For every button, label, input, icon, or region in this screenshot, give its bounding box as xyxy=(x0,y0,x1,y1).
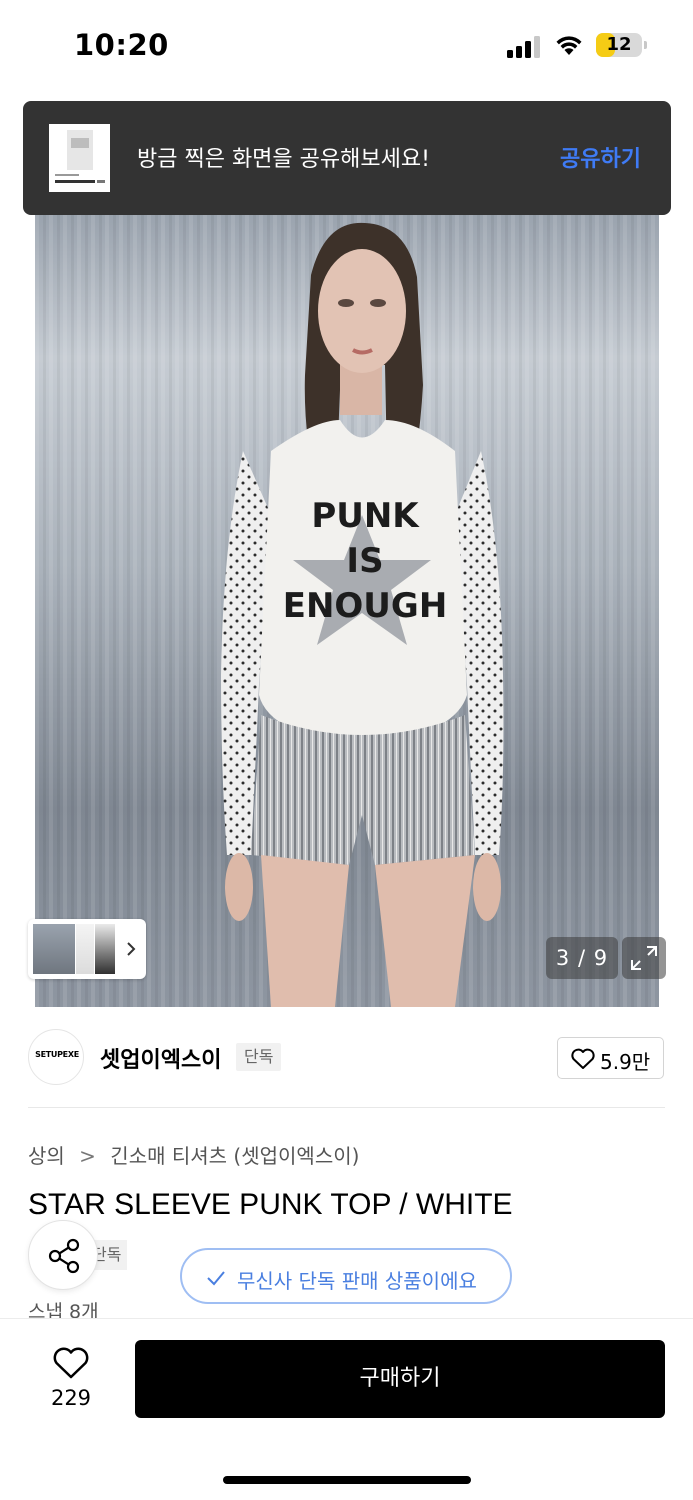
breadcrumb: 상의 > 긴소매 티셔츠 (셋업이엑스이) xyxy=(28,1140,359,1169)
brand-like-button[interactable]: 5.9만 xyxy=(557,1037,664,1079)
shirt-text-line-3: ENOUGH xyxy=(283,586,448,626)
heart-icon xyxy=(53,1347,89,1379)
exclusive-sale-notice: 무신사 단독 판매 상품이에요 xyxy=(180,1248,512,1304)
thumbnail-3[interactable] xyxy=(95,924,115,974)
share-icon xyxy=(48,1238,80,1274)
product-image[interactable]: PUNK IS ENOUGH xyxy=(35,215,659,1007)
exclusive-sale-text: 무신사 단독 판매 상품이에요 xyxy=(237,1269,477,1293)
shirt-text-line-2: IS xyxy=(346,541,383,581)
screenshot-thumbnail[interactable] xyxy=(49,124,110,192)
battery-icon: 12 xyxy=(596,33,642,57)
wifi-icon xyxy=(556,36,582,55)
thumbnail-1[interactable] xyxy=(33,924,75,974)
brand-exclusive-badge: 단독 xyxy=(236,1043,282,1071)
brand-logo-text: SETUPEXE xyxy=(35,1050,79,1059)
product-title: STAR SLEEVE PUNK TOP / WHITE xyxy=(28,1188,513,1221)
toast-share-button[interactable]: 공유하기 xyxy=(560,141,641,173)
wishlist-button[interactable]: 229 xyxy=(30,1340,112,1420)
brand-logo[interactable]: SETUPEXE xyxy=(28,1029,84,1085)
breadcrumb-separator: > xyxy=(79,1144,96,1168)
shirt-text-line-1: PUNK xyxy=(311,496,420,536)
wishlist-count: 229 xyxy=(50,1386,92,1410)
buy-button[interactable]: 구매하기 xyxy=(135,1340,665,1418)
heart-icon xyxy=(571,1048,595,1069)
image-counter: 3 / 9 xyxy=(546,937,618,979)
breadcrumb-category[interactable]: 상의 xyxy=(28,1140,65,1169)
product-photo: PUNK IS ENOUGH xyxy=(35,215,659,1007)
brand-name[interactable]: 셋업이엑스이 xyxy=(100,1042,221,1074)
breadcrumb-subcategory[interactable]: 긴소매 티셔츠 (셋업이엑스이) xyxy=(110,1140,359,1169)
chevron-right-icon xyxy=(127,942,136,956)
thumbnail-2[interactable] xyxy=(76,924,94,974)
signal-icon xyxy=(507,36,541,58)
divider xyxy=(28,1107,665,1108)
status-time: 10:20 xyxy=(74,28,169,62)
toast-message: 방금 찍은 화면을 공유해보세요! xyxy=(137,147,430,172)
share-button[interactable] xyxy=(28,1220,98,1290)
expand-button[interactable] xyxy=(622,937,666,979)
status-bar: 10:20 12 xyxy=(0,0,693,92)
brand-like-count: 5.9만 xyxy=(600,1050,651,1074)
home-indicator[interactable] xyxy=(223,1476,471,1484)
battery-nub xyxy=(644,41,647,49)
thumbnail-strip[interactable] xyxy=(28,919,146,979)
battery-percent: 12 xyxy=(606,34,632,55)
check-icon xyxy=(207,1271,225,1286)
expand-icon xyxy=(631,946,657,970)
share-toast: 방금 찍은 화면을 공유해보세요! 공유하기 xyxy=(23,101,671,215)
